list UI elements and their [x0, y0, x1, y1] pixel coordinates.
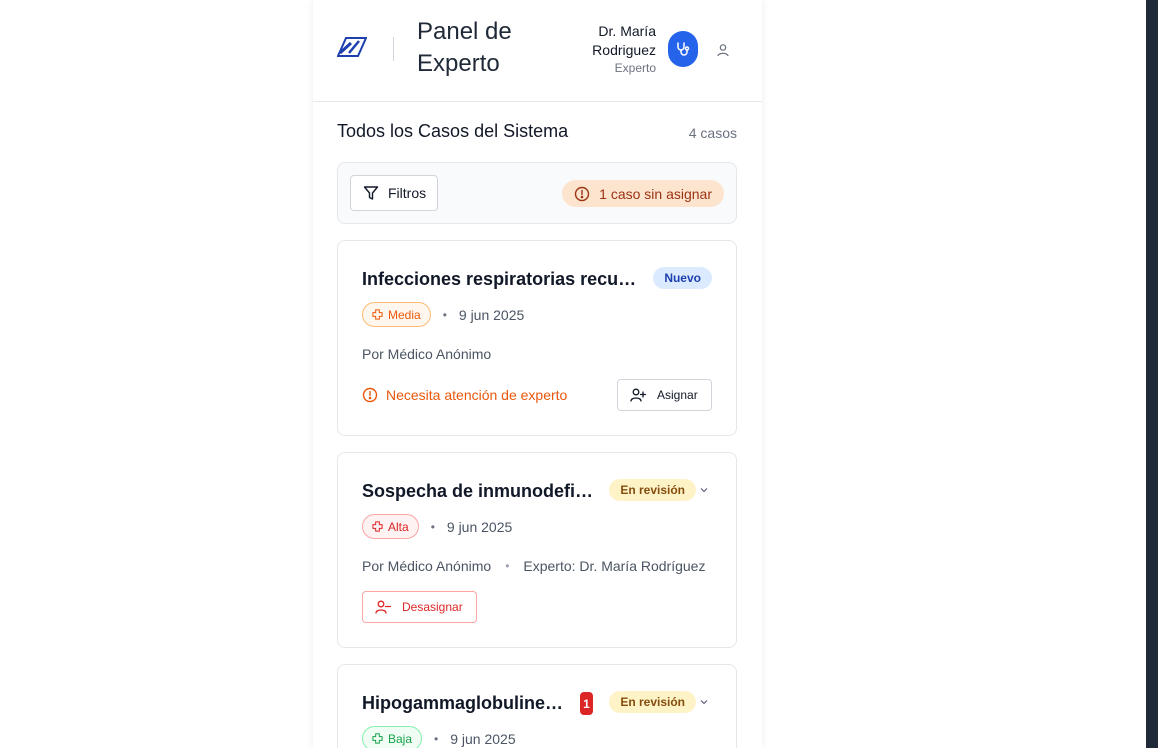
- separator-dot: •: [434, 731, 439, 746]
- filters-button-label: Filtros: [388, 185, 427, 201]
- expert-panel-app: Panel de Experto Dr. María Rodriguez Exp…: [313, 0, 762, 748]
- chevron-down-icon[interactable]: [698, 484, 710, 496]
- unassign-button-label: Desasignar: [402, 600, 463, 614]
- unread-count-badge: 1: [580, 692, 593, 715]
- medical-cross-icon: [372, 733, 383, 744]
- case-title: Hipogammaglobuline…: [362, 693, 564, 713]
- app-logo-icon: [337, 37, 367, 57]
- filter-icon: [363, 186, 379, 200]
- status-badge: Nuevo: [653, 267, 712, 289]
- case-author-row: Por Médico Anónimo • Experto: Dr. María …: [362, 558, 705, 574]
- user-name: Dr. María Rodriguez: [592, 23, 656, 58]
- page-title: Panel de Experto: [417, 18, 512, 77]
- unassigned-badge: 1 caso sin asignar: [562, 180, 724, 207]
- case-count: 4 casos: [688, 125, 737, 141]
- assign-button-label: Asignar: [657, 388, 698, 402]
- medical-cross-icon: [372, 309, 383, 320]
- status-badge: En revisión: [609, 691, 696, 713]
- user-icon: [717, 44, 729, 57]
- user-info: Dr. María Rodriguez Experto: [566, 22, 656, 76]
- assign-button[interactable]: Asignar: [617, 379, 712, 411]
- priority-badge: Alta: [362, 514, 419, 539]
- separator-dot: •: [442, 307, 447, 322]
- section-title: Todos los Casos del Sistema: [337, 121, 569, 141]
- priority-label: Alta: [388, 519, 409, 534]
- assigned-expert: Experto: Dr. María Rodríguez: [523, 558, 706, 574]
- case-author: Por Médico Anónimo: [362, 558, 492, 574]
- case-title: Sospecha de inmunodefi…: [362, 481, 594, 501]
- priority-label: Media: [388, 307, 421, 322]
- case-date: 9 jun 2025: [446, 518, 513, 535]
- stethoscope-icon: [677, 42, 690, 56]
- priority-badge: Media: [362, 302, 431, 327]
- attention-label: Necesita atención de experto: [386, 387, 568, 403]
- chevron-down-icon[interactable]: [698, 696, 710, 708]
- case-author-row: Por Médico Anónimo: [362, 346, 491, 362]
- case-card[interactable]: Hipogammaglobuline… 1 En revisión Baja •…: [337, 664, 737, 748]
- user-role: Experto: [614, 61, 656, 75]
- filters-button[interactable]: Filtros: [350, 175, 438, 211]
- case-card[interactable]: Infecciones respiratorias recu… Nuevo Me…: [337, 240, 737, 436]
- separator-dot: •: [505, 559, 510, 573]
- case-card[interactable]: Sospecha de inmunodefi… En revisión Alta…: [337, 452, 737, 648]
- expert-profile-button[interactable]: [668, 31, 698, 67]
- case-title: Infecciones respiratorias recu…: [362, 269, 637, 289]
- alert-circle-icon: [574, 186, 590, 201]
- user-plus-icon: [630, 388, 646, 402]
- account-button[interactable]: [713, 40, 733, 60]
- alert-circle-icon: [362, 387, 378, 403]
- case-meta: Media • 9 jun 2025: [362, 302, 524, 327]
- background-window-edge: [1146, 0, 1158, 748]
- case-date: 9 jun 2025: [458, 306, 525, 323]
- separator-dot: •: [430, 519, 435, 534]
- priority-label: Baja: [388, 731, 413, 746]
- medical-cross-icon: [372, 521, 383, 532]
- case-date: 9 jun 2025: [450, 730, 516, 747]
- filter-bar: Filtros 1 caso sin asignar: [337, 162, 737, 224]
- header-divider: [393, 37, 394, 61]
- unassigned-label: 1 caso sin asignar: [599, 185, 712, 202]
- case-meta: Alta • 9 jun 2025: [362, 514, 512, 539]
- app-header: Panel de Experto Dr. María Rodriguez Exp…: [313, 0, 762, 102]
- status-badge: En revisión: [609, 479, 696, 501]
- case-author: Por Médico Anónimo: [362, 346, 492, 362]
- unassign-button[interactable]: Desasignar: [362, 591, 477, 623]
- user-minus-icon: [375, 600, 391, 614]
- attention-notice: Necesita atención de experto: [362, 387, 567, 403]
- priority-badge: Baja: [362, 726, 423, 748]
- case-meta: Baja • 9 jun 2025: [362, 726, 516, 748]
